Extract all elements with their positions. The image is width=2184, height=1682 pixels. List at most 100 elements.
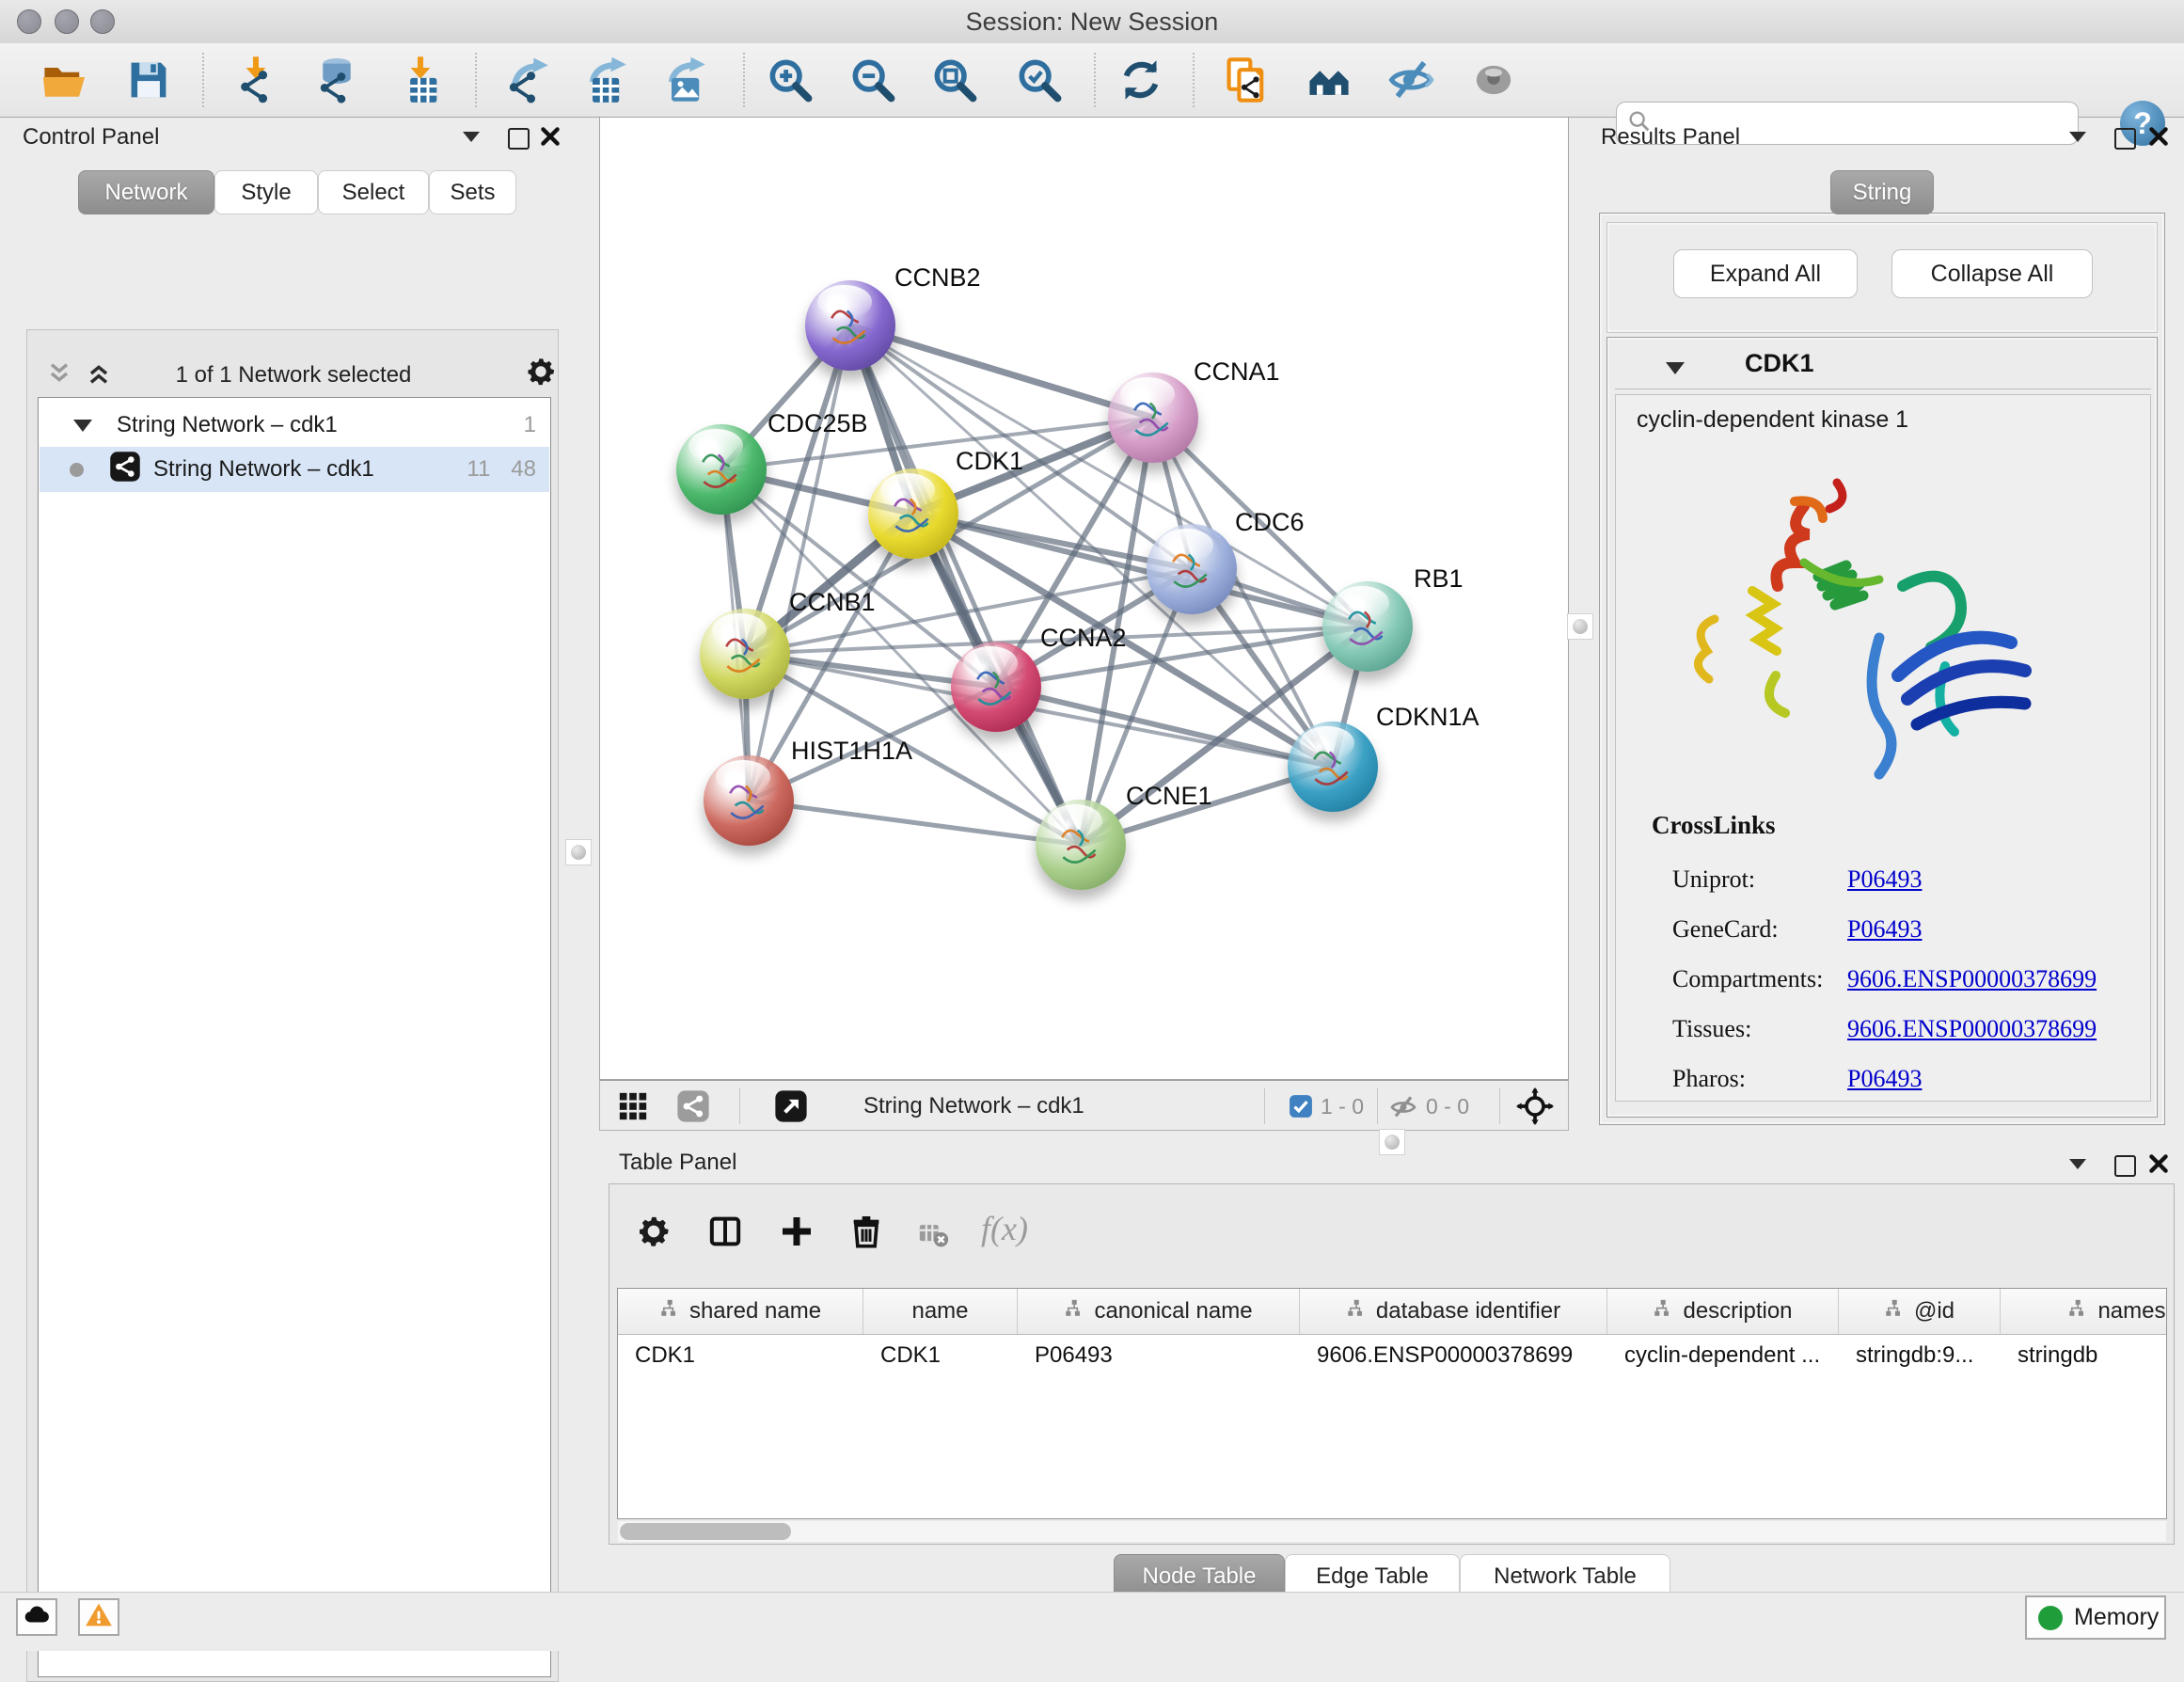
table-gear-icon[interactable] [635, 1213, 673, 1255]
gear-icon[interactable] [524, 355, 558, 393]
function-builder-icon[interactable]: f(x) [981, 1209, 1028, 1248]
protein-ribbon-thumb-icon [882, 484, 944, 546]
toolbar-separator [475, 53, 477, 107]
save-session-icon[interactable] [124, 56, 173, 104]
crosslink-value-link[interactable]: P06493 [1847, 915, 1922, 944]
column-header-database-identifier[interactable]: database identifier [1300, 1289, 1607, 1334]
node-label-CCNE1: CCNE1 [1126, 782, 1212, 811]
collapse-entry-icon[interactable] [1666, 362, 1685, 374]
panel-menu-caret-icon[interactable] [2069, 1159, 2086, 1169]
hidden-eye-icon[interactable] [1388, 1092, 1418, 1127]
window-title: Session: New Session [0, 8, 2184, 37]
tab-string[interactable]: String [1830, 170, 1934, 214]
node-RB1[interactable] [1322, 581, 1413, 672]
node-CCNE1[interactable] [1036, 800, 1126, 890]
crosslink-value-link[interactable]: 9606.ENSP00000378699 [1847, 1015, 2097, 1043]
delete-column-trash-icon[interactable] [847, 1213, 885, 1255]
birdseye-grid-icon[interactable] [617, 1090, 649, 1127]
crosslink-row: Pharos:P06493 [1672, 1054, 2143, 1103]
network-collection-row[interactable]: String Network – cdk1 1 [40, 404, 549, 447]
tab-network[interactable]: Network [78, 170, 214, 214]
tab-sets[interactable]: Sets [429, 170, 516, 214]
left-splitter-handle[interactable] [565, 839, 592, 865]
column-header-shared-name[interactable]: shared name [618, 1289, 863, 1334]
panel-float-icon[interactable] [508, 128, 530, 150]
network-selection-status: 1 of 1 Network selected [27, 362, 560, 389]
network-row-label: String Network – cdk1 [153, 456, 374, 483]
node-CDK1[interactable] [868, 468, 958, 559]
node-CCNA1[interactable] [1108, 373, 1198, 463]
node-CCNA2[interactable] [951, 642, 1041, 732]
panel-menu-caret-icon[interactable] [463, 132, 480, 142]
panel-close-icon[interactable] [2146, 1151, 2171, 1181]
branch-icon [1346, 1298, 1367, 1325]
import-network-database-icon[interactable] [312, 56, 361, 104]
refresh-network-icon[interactable] [1116, 56, 1165, 104]
network-list: String Network – cdk1 1 String Network –… [38, 397, 551, 1677]
node-CDKN1A[interactable] [1288, 722, 1378, 812]
column-header-description[interactable]: description [1607, 1289, 1839, 1334]
network-canvas[interactable]: CCNB2CCNA1CDC25BCDK1CDC6RB1CCNB1CCNA2CDK… [599, 117, 1569, 1080]
zoom-selected-icon[interactable] [1015, 56, 1064, 104]
table-hscrollbar-track[interactable] [618, 1521, 2166, 1542]
delete-table-icon[interactable] [917, 1218, 949, 1255]
node-CDC25B[interactable] [676, 424, 767, 515]
window-titlebar: Session: New Session [0, 0, 2184, 44]
clone-network-icon[interactable] [1222, 56, 1271, 104]
column-header-canonical-name[interactable]: canonical name [1018, 1289, 1300, 1334]
zoom-fit-icon[interactable] [930, 56, 979, 104]
tree-expand-icon[interactable] [73, 420, 92, 432]
show-all-icon[interactable] [1469, 56, 1518, 104]
node-CCNB2[interactable] [805, 280, 895, 371]
table-hscrollbar-thumb[interactable] [620, 1523, 791, 1540]
column-header-namespace[interactable]: namespace [2001, 1289, 2167, 1334]
zoom-out-icon[interactable] [848, 56, 897, 104]
export-image-icon[interactable] [659, 56, 708, 104]
crosslink-value-link[interactable]: P06493 [1847, 865, 1922, 894]
show-columns-icon[interactable] [706, 1213, 744, 1255]
fit-selection-crosshair-icon[interactable] [1516, 1087, 1554, 1130]
open-folder-icon[interactable] [40, 56, 88, 104]
panel-menu-caret-icon[interactable] [2069, 132, 2086, 142]
protein-ribbon-thumb-icon [714, 624, 776, 686]
crosslink-value-link[interactable]: 9606.ENSP00000378699 [1847, 965, 2097, 993]
node-CDC6[interactable] [1147, 524, 1237, 614]
node-label-RB1: RB1 [1414, 564, 1464, 594]
main-toolbar: ? [0, 43, 2184, 118]
export-table-icon[interactable] [580, 56, 629, 104]
tab-select[interactable]: Select [318, 170, 429, 214]
warnings-button[interactable] [78, 1598, 119, 1636]
panel-close-icon[interactable] [538, 124, 562, 153]
export-network-icon[interactable] [502, 56, 551, 104]
zoom-in-icon[interactable] [766, 56, 815, 104]
cloud-button[interactable] [16, 1598, 57, 1636]
open-in-window-icon[interactable] [773, 1088, 809, 1129]
import-table-icon[interactable] [396, 56, 445, 104]
network-row[interactable]: String Network – cdk1 11 48 [40, 447, 549, 492]
crosslink-value-link[interactable]: P06493 [1847, 1065, 1922, 1093]
node-label-CCNB1: CCNB1 [789, 588, 876, 617]
panel-float-icon[interactable] [2114, 128, 2136, 150]
import-network-file-icon[interactable] [231, 56, 280, 104]
protein-ribbon-thumb-icon [1337, 596, 1399, 659]
panel-float-icon[interactable] [2114, 1155, 2136, 1177]
crosslink-label: Compartments: [1672, 965, 1847, 993]
add-column-icon[interactable] [778, 1213, 815, 1255]
collection-count: 1 [524, 412, 536, 438]
first-neighbors-icon[interactable] [1305, 56, 1353, 104]
collapse-all-button[interactable]: Collapse All [1891, 249, 2093, 298]
column-header--id[interactable]: @id [1839, 1289, 2001, 1334]
column-header-label: database identifier [1376, 1298, 1560, 1325]
tab-style[interactable]: Style [214, 170, 318, 214]
node-CCNB1[interactable] [700, 609, 790, 699]
edge-CCNB2-CCNE1 [850, 325, 1081, 845]
panel-close-icon[interactable] [2146, 124, 2171, 153]
table-row[interactable]: CDK1CDK1P064939606.ENSP00000378699cyclin… [618, 1335, 2166, 1376]
selected-checkbox-icon[interactable] [1289, 1094, 1313, 1123]
memory-button[interactable]: Memory [2025, 1595, 2166, 1640]
column-header-name[interactable]: name [863, 1289, 1018, 1334]
expand-all-button[interactable]: Expand All [1673, 249, 1858, 298]
node-HIST1H1A[interactable] [704, 755, 794, 846]
hide-selected-icon[interactable] [1386, 56, 1435, 104]
network-share-icon[interactable] [675, 1088, 711, 1129]
